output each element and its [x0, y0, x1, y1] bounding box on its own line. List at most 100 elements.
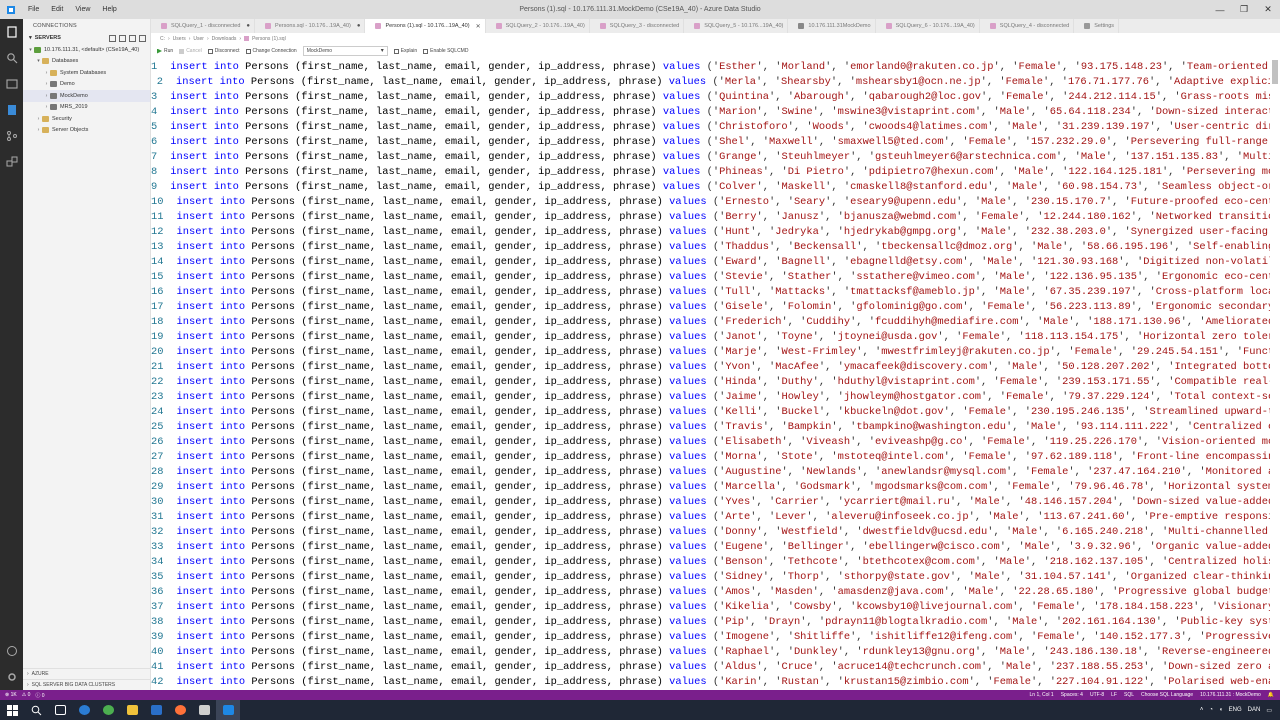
code-line[interactable]: 9 insert into Persons (first_name, last_n…: [151, 180, 1280, 195]
code-line[interactable]: 16 insert into Persons (first_name, last_…: [151, 285, 1280, 300]
code-line[interactable]: 37 insert into Persons (first_name, last_…: [151, 600, 1280, 615]
tab-persons-1-sql[interactable]: Persons (1).sql - 10.176...19A_40) ✕: [365, 19, 486, 33]
tree-server-node[interactable]: ▾ 10.176.111.31, <default> (CSe19A_40): [23, 44, 150, 56]
tab-sqlquery-5[interactable]: SQLQuery_5 - 10.176...19A_40): [684, 19, 789, 33]
close-icon[interactable]: ✕: [1256, 0, 1280, 19]
mail-icon[interactable]: [144, 700, 168, 720]
code-line[interactable]: 11 insert into Persons (first_name, last_…: [151, 210, 1280, 225]
minimize-icon[interactable]: —: [1208, 0, 1232, 19]
code-line[interactable]: 39 insert into Persons (first_name, last_…: [151, 630, 1280, 645]
explain-button[interactable]: Explain: [393, 48, 417, 54]
tab-settings[interactable]: Settings: [1074, 19, 1120, 33]
chrome-icon[interactable]: [96, 700, 120, 720]
code-line[interactable]: 27 insert into Persons (first_name, last_…: [151, 450, 1280, 465]
extensions-icon[interactable]: [0, 149, 23, 175]
code-editor[interactable]: 1 insert into Persons (first_name, last_n…: [151, 60, 1280, 690]
chevron-up-icon[interactable]: ˄: [1200, 707, 1204, 713]
code-line[interactable]: 40 insert into Persons (first_name, last_…: [151, 645, 1280, 660]
code-line[interactable]: 15 insert into Persons (first_name, last_…: [151, 270, 1280, 285]
tree-item-system-databases[interactable]: › System Databases: [23, 67, 150, 79]
servers-icon[interactable]: [0, 19, 23, 45]
code-line[interactable]: 29 insert into Persons (first_name, last_…: [151, 480, 1280, 495]
cursor-position[interactable]: Ln 1, Col 1: [1030, 692, 1054, 698]
tab-sqlquery-3[interactable]: SQLQuery_3 - disconnected: [590, 19, 685, 33]
azure-panel-header[interactable]: › AZURE: [23, 668, 151, 679]
add-azure-icon[interactable]: [139, 34, 146, 42]
modified-dot-icon[interactable]: ●: [357, 23, 361, 29]
disconnect-button[interactable]: Disconnect: [207, 48, 240, 54]
tree-item-demo[interactable]: › Demo: [23, 79, 150, 91]
code-line[interactable]: 17 insert into Persons (first_name, last_…: [151, 300, 1280, 315]
close-icon[interactable]: ✕: [476, 23, 481, 30]
database-select[interactable]: MockDemo: [302, 46, 388, 56]
code-line[interactable]: 26 insert into Persons (first_name, last_…: [151, 435, 1280, 450]
code-line[interactable]: 35 insert into Persons (first_name, last_…: [151, 570, 1280, 585]
notes-icon[interactable]: [192, 700, 216, 720]
code-line[interactable]: 41 insert into Persons (first_name, last_…: [151, 660, 1280, 675]
warnings-count[interactable]: ⚠ 0: [22, 692, 31, 699]
tree-item-server-objects[interactable]: › Server Objects: [23, 125, 150, 137]
code-line[interactable]: 24 insert into Persons (first_name, last_…: [151, 405, 1280, 420]
servers-header[interactable]: ▾ SERVERS: [23, 32, 150, 44]
enable-sqlcmd-button[interactable]: Enable SQLCMD: [423, 48, 468, 54]
breadcrumb-item[interactable]: C:: [160, 36, 165, 42]
code-line[interactable]: 12 insert into Persons (first_name, last_…: [151, 225, 1280, 240]
tree-item-mockdemo[interactable]: › MockDemo: [23, 90, 150, 102]
maximize-icon[interactable]: ❐: [1232, 0, 1256, 19]
source-control-icon[interactable]: [0, 123, 23, 149]
menu-edit[interactable]: Edit: [45, 6, 69, 13]
breadcrumb-item[interactable]: Users: [173, 36, 186, 42]
notebooks-icon[interactable]: [0, 97, 23, 123]
tab-sqlquery-1[interactable]: SQLQuery_1 - disconnected ●: [151, 19, 256, 33]
code-line[interactable]: 38 insert into Persons (first_name, last_…: [151, 615, 1280, 630]
bdc-panel-header[interactable]: › SQL SERVER BIG DATA CLUSTERS: [23, 679, 151, 690]
code-line[interactable]: 28 insert into Persons (first_name, last_…: [151, 465, 1280, 480]
task-view-icon[interactable]: [48, 700, 72, 720]
breadcrumb-item[interactable]: User: [193, 36, 204, 42]
code-line[interactable]: 8 insert into Persons (first_name, last_n…: [151, 165, 1280, 180]
network-icon[interactable]: ◔: [1209, 707, 1213, 713]
menu-view[interactable]: View: [69, 6, 96, 13]
tab-sqlquery-6[interactable]: SQLQuery_6 - 10.176...19A_40): [876, 19, 980, 33]
tree-item-mrs-2019[interactable]: › MRS_2019: [23, 102, 150, 114]
code-line[interactable]: 30 insert into Persons (first_name, last_…: [151, 495, 1280, 510]
modified-dot-icon[interactable]: ●: [246, 23, 250, 29]
menu-file[interactable]: File: [22, 6, 45, 13]
indentation[interactable]: Spaces: 4: [1061, 692, 1083, 698]
choose-sql-language[interactable]: Choose SQL Language: [1141, 692, 1193, 698]
file-explorer-icon[interactable]: [120, 700, 144, 720]
info-count[interactable]: ⓘ 0: [35, 692, 44, 699]
tab-server-dashboard[interactable]: 10.176.111.31MockDemo: [788, 19, 876, 33]
new-connection-icon[interactable]: [109, 34, 116, 42]
code-line[interactable]: 3 insert into Persons (first_name, last_n…: [151, 90, 1280, 105]
connection-status[interactable]: 10.176.111.31 : MockDemo: [1200, 692, 1261, 698]
search-icon[interactable]: [0, 45, 23, 71]
start-icon[interactable]: [0, 700, 24, 720]
code-line[interactable]: 20 insert into Persons (first_name, last_…: [151, 345, 1280, 360]
code-line[interactable]: 18 insert into Persons (first_name, last_…: [151, 315, 1280, 330]
bell-icon[interactable]: 🔔: [1268, 692, 1274, 698]
encoding[interactable]: UTF-8: [1090, 692, 1104, 698]
breadcrumb-item[interactable]: Persons (1).sql: [252, 36, 286, 42]
code-line[interactable]: 14 insert into Persons (first_name, last_…: [151, 255, 1280, 270]
code-line[interactable]: 19 insert into Persons (first_name, last_…: [151, 330, 1280, 345]
notification-icon[interactable]: ▭: [1266, 707, 1272, 714]
code-line[interactable]: 34 insert into Persons (first_name, last_…: [151, 555, 1280, 570]
tab-sqlquery-2[interactable]: SQLQuery_2 - 10.176...19A_40): [486, 19, 590, 33]
active-connections-icon[interactable]: [129, 34, 136, 42]
firefox-icon[interactable]: [168, 700, 192, 720]
errors-count[interactable]: ⊗ 1K: [5, 692, 17, 699]
code-line[interactable]: 7 insert into Persons (first_name, last_n…: [151, 150, 1280, 165]
account-icon[interactable]: [0, 638, 23, 664]
run-button[interactable]: Run: [157, 48, 173, 54]
user-indicator[interactable]: DAN: [1248, 707, 1261, 713]
code-line[interactable]: 23 insert into Persons (first_name, last_…: [151, 390, 1280, 405]
gear-icon[interactable]: [0, 664, 23, 690]
edge-icon[interactable]: [72, 700, 96, 720]
code-line[interactable]: 6 insert into Persons (first_name, last_n…: [151, 135, 1280, 150]
code-line[interactable]: 25 insert into Persons (first_name, last_…: [151, 420, 1280, 435]
code-line[interactable]: 21 insert into Persons (first_name, last_…: [151, 360, 1280, 375]
code-line[interactable]: 42 insert into Persons (first_name, last_…: [151, 675, 1280, 690]
code-line[interactable]: 4 insert into Persons (first_name, last_n…: [151, 105, 1280, 120]
tree-item-security[interactable]: › Security: [23, 113, 150, 125]
